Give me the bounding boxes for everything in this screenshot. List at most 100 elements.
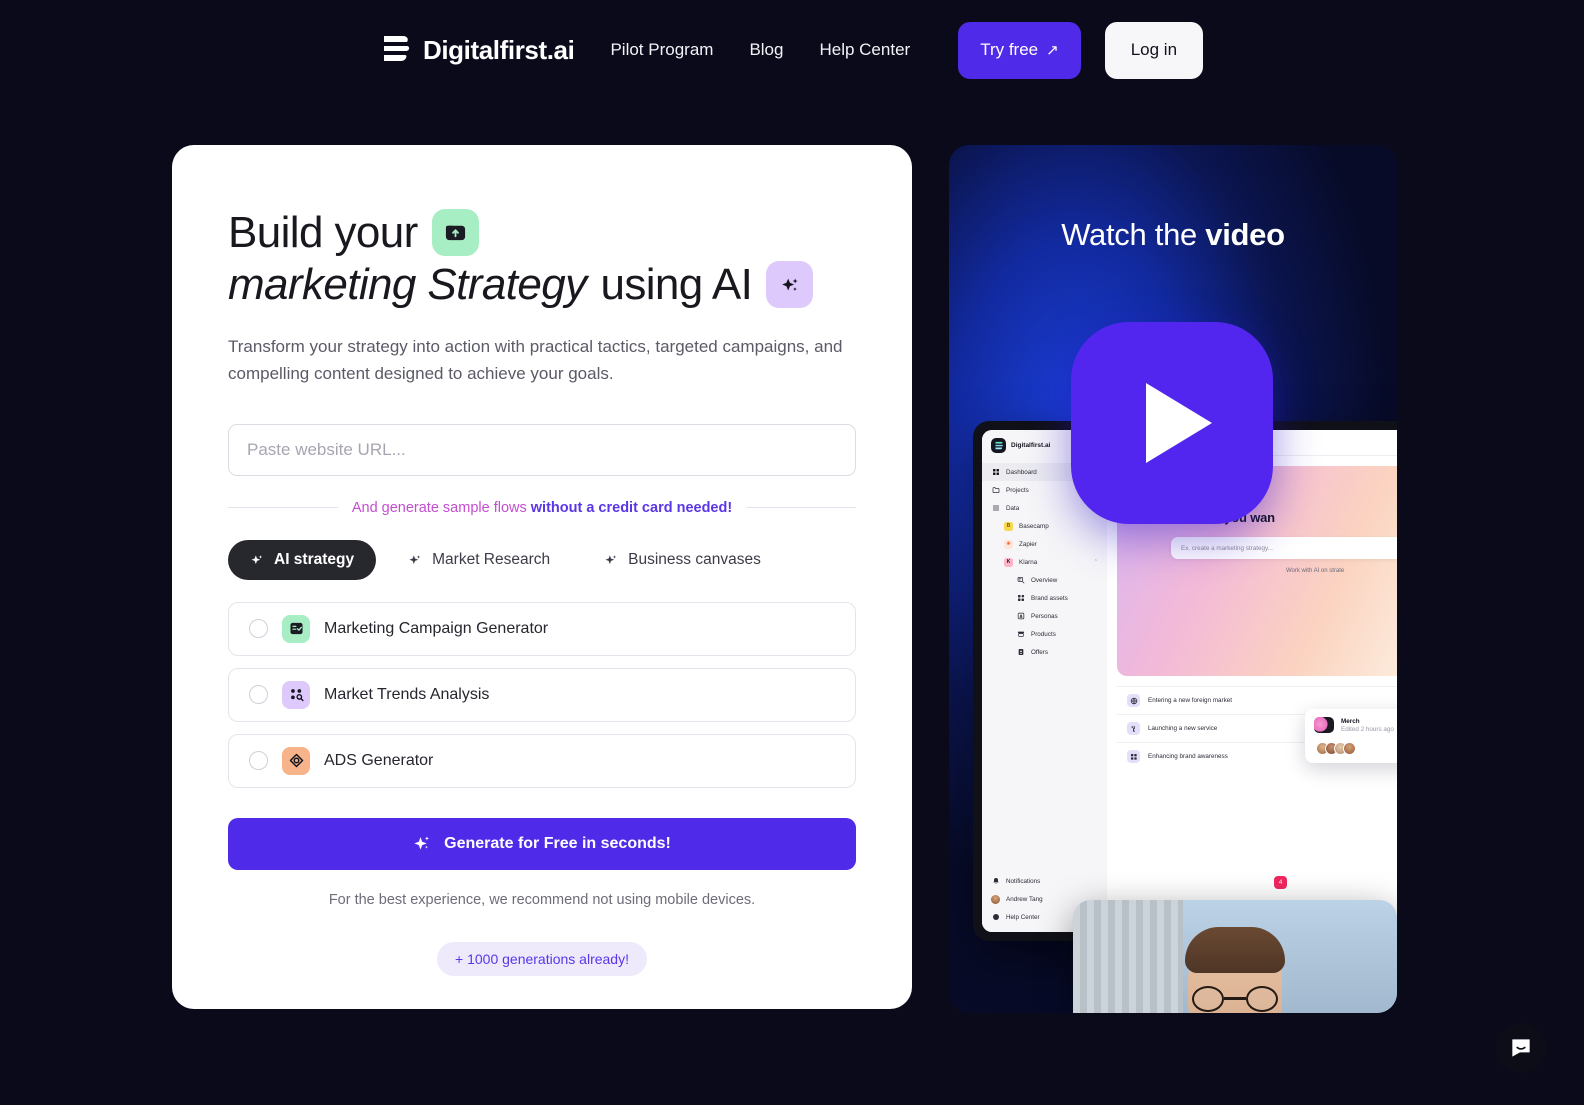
folder-icon: [991, 486, 1000, 495]
play-icon: [1146, 383, 1212, 463]
chevron-up-icon: ⌃: [1093, 559, 1098, 565]
mockup-hero-subtext: Work with AI on strate: [1286, 568, 1345, 574]
tab-label: AI strategy: [274, 550, 355, 568]
option-radio[interactable]: [249, 751, 268, 771]
avatar: [1343, 742, 1356, 755]
sidebar-label: Zapier: [1019, 540, 1037, 548]
klarna-icon: K: [1004, 557, 1013, 567]
nav-item-pilot-program[interactable]: Pilot Program: [610, 40, 713, 60]
glasses-lens-right: [1246, 986, 1278, 1013]
basecamp-icon: B: [1004, 521, 1013, 531]
rocket-icon: [1127, 722, 1140, 735]
generations-badge: + 1000 generations already!: [437, 941, 647, 976]
sidebar-item-offers[interactable]: Offers: [982, 643, 1107, 661]
video-title-regular: Watch the: [1061, 217, 1197, 252]
try-free-button[interactable]: Try free ↗: [958, 21, 1081, 79]
megaphone-icon: [1127, 750, 1140, 763]
website-url-input[interactable]: [228, 423, 856, 476]
brand[interactable]: Digitalfirst.ai: [381, 33, 575, 67]
try-free-label: Try free: [980, 40, 1039, 59]
sidebar-item-klarna[interactable]: K Klarna ⌃: [982, 553, 1107, 571]
sparkle-icon: [251, 555, 263, 564]
sidebar-label: Offers: [1031, 648, 1049, 656]
header-actions: Try free ↗ Log in: [958, 21, 1204, 79]
option-radio[interactable]: [249, 685, 268, 705]
zapier-icon: ✳: [1004, 539, 1013, 549]
credit-card-divider: And generate sample flows without a cred…: [228, 499, 857, 516]
play-video-button[interactable]: [1071, 322, 1273, 524]
hero-subtitle: Transform your strategy into action with…: [228, 336, 843, 384]
merch-card[interactable]: Merch Edited 2 hours ago •••: [1305, 709, 1397, 763]
nav-item-blog[interactable]: Blog: [749, 40, 783, 60]
sidebar-label: Projects: [1006, 486, 1029, 494]
chat-widget-button[interactable]: [1496, 1023, 1546, 1073]
mode-tabs: AI strategy Market Research Business can…: [228, 539, 856, 580]
glasses-bridge: [1224, 997, 1246, 1000]
tool-options-list: Marketing Campaign Generator Market Tren…: [228, 601, 856, 788]
suggestion-label: Entering a new foreign market: [1148, 697, 1233, 704]
divider-line-left: [228, 507, 338, 509]
merch-card-header: Merch Edited 2 hours ago •••: [1314, 717, 1397, 733]
sidebar-label: Klarna: [1019, 558, 1038, 566]
digitalfirst-logo-icon: [381, 33, 411, 67]
notification-badge: 4: [1274, 876, 1287, 889]
mobile-note: For the best experience, we recommend no…: [328, 891, 756, 908]
sidebar-item-personas[interactable]: Personas: [982, 607, 1107, 625]
globe-icon: [1127, 694, 1140, 707]
nav-item-help-center[interactable]: Help Center: [819, 40, 910, 60]
divider-text-sample-flows: And generate sample flows: [351, 499, 527, 516]
sidebar-label: Help Center: [1006, 913, 1040, 921]
merch-card-subtitle: Edited 2 hours ago: [1341, 725, 1394, 733]
sidebar-item-basecamp[interactable]: B Basecamp: [982, 517, 1107, 535]
sidebar-item-notifications[interactable]: Notifications: [982, 872, 1107, 890]
headline-line-2-rest: using AI: [600, 259, 753, 309]
tab-market-research[interactable]: Market Research: [386, 540, 572, 580]
sidebar-label: Dashboard: [1006, 468, 1037, 476]
option-radio[interactable]: [249, 619, 268, 639]
tab-business-canvases[interactable]: Business canvases: [582, 540, 783, 580]
sidebar-item-overview[interactable]: Overview: [982, 571, 1107, 589]
option-marketing-campaign-generator[interactable]: Marketing Campaign Generator: [228, 601, 856, 656]
mockup-hero-input[interactable]: Ex. create a marketing strategy...: [1171, 537, 1397, 559]
sidebar-item-brand-assets[interactable]: Brand assets: [982, 589, 1107, 607]
option-ads-generator[interactable]: ADS Generator: [228, 733, 856, 788]
generate-button[interactable]: Generate for Free in seconds!: [228, 817, 856, 870]
sidebar-item-zapier[interactable]: ✳ Zapier: [982, 535, 1107, 553]
tab-label: Market Research: [432, 550, 551, 568]
sidebar-item-products[interactable]: Products: [982, 625, 1107, 643]
video-title-bold: video: [1205, 217, 1285, 252]
sidebar-label: Andrew Tang: [1006, 895, 1043, 903]
diamond-target-icon: [282, 746, 310, 775]
products-icon: [1016, 630, 1025, 639]
presenter-video-thumbnail[interactable]: [1073, 900, 1397, 1013]
sparkle-icon: [766, 261, 814, 309]
option-market-trends-analysis[interactable]: Market Trends Analysis: [228, 667, 856, 722]
brand-assets-icon: [1016, 594, 1025, 603]
sidebar-label: Basecamp: [1019, 522, 1049, 530]
suggestion-label: Enhancing brand awareness: [1148, 753, 1228, 760]
video-panel-title: Watch the video: [949, 217, 1397, 253]
clipboard-check-icon: [282, 614, 310, 643]
hero-card: Build your marketing Strategy using AI T…: [172, 145, 912, 1009]
presenter-glasses: [1192, 986, 1278, 1013]
suggestion-label: Launching a new service: [1148, 725, 1218, 732]
sidebar-label: Notifications: [1006, 877, 1041, 885]
avatar-stack: [1314, 742, 1397, 755]
sparkle-icon: [414, 836, 430, 851]
brand-name: Digitalfirst.ai: [422, 34, 575, 65]
headline-line-2-italic: marketing Strategy: [228, 259, 587, 309]
user-avatar: [991, 894, 1000, 904]
dots-search-icon: [282, 680, 310, 709]
glasses-lens-left: [1192, 986, 1224, 1013]
site-header: Digitalfirst.ai Pilot Program Blog Help …: [0, 0, 1584, 100]
page-title: Build your marketing Strategy using AI: [228, 207, 856, 311]
chat-bubble-icon: [1512, 1039, 1530, 1057]
option-label: Market Trends Analysis: [324, 685, 490, 703]
sparkle-icon: [409, 555, 421, 564]
tab-ai-strategy[interactable]: AI strategy: [228, 539, 377, 580]
grid-icon: [991, 468, 1000, 477]
login-button[interactable]: Log in: [1104, 21, 1204, 79]
page-body: Build your marketing Strategy using AI T…: [0, 100, 1584, 1105]
digitalfirst-logo-icon: [991, 438, 1006, 453]
tab-label: Business canvases: [628, 550, 761, 568]
